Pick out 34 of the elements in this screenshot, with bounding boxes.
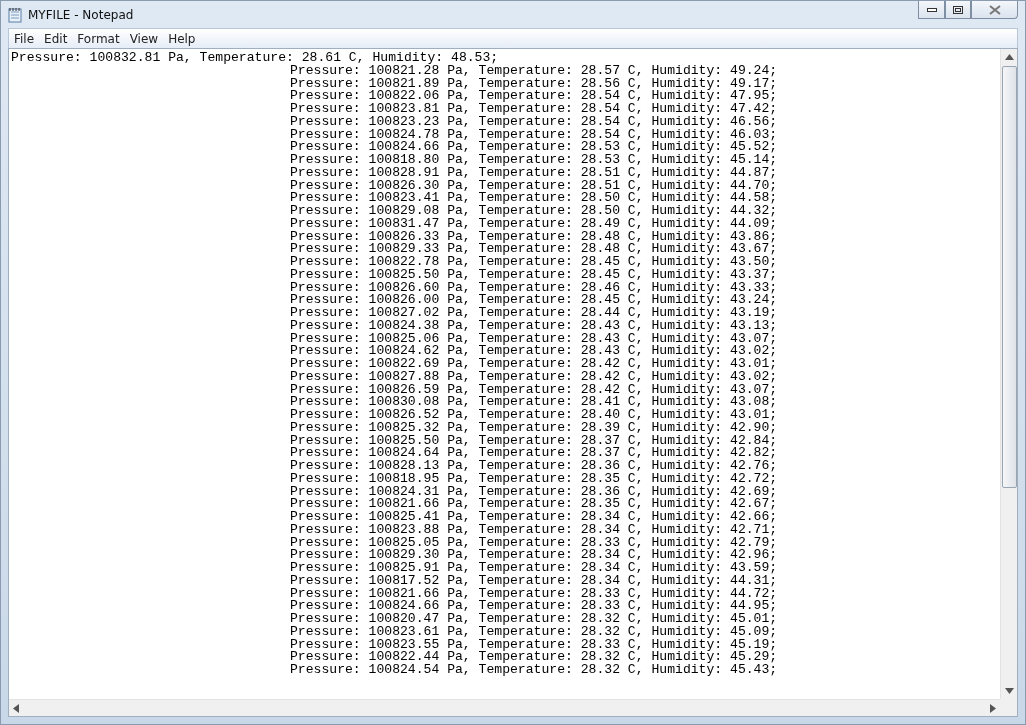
menu-item[interactable]: Help	[163, 29, 201, 48]
close-icon	[988, 4, 1001, 15]
minimize-button[interactable]	[918, 1, 945, 19]
text-line: Pressure: 100828.13 Pa, Temperature: 28.36 C, Humidity: 42.76;	[290, 458, 778, 473]
scroll-up-icon[interactable]	[1004, 54, 1014, 60]
horizontal-scrollbar[interactable]	[9, 699, 1000, 716]
scroll-right-icon[interactable]	[990, 703, 996, 713]
scroll-thumb[interactable]	[1001, 66, 1017, 488]
text-line: Pressure: 100827.02 Pa, Temperature: 28.44 C, Humidity: 43.19;	[290, 305, 778, 320]
menu-item[interactable]: Format	[72, 29, 125, 48]
minimize-icon	[926, 7, 937, 12]
text-line: Pressure: 100822.69 Pa, Temperature: 28.42 C, Humidity: 43.01;	[290, 356, 778, 371]
text-line: Pressure: 100824.54 Pa, Temperature: 28.32 C, Humidity: 45.43;	[290, 662, 778, 677]
scroll-down-icon[interactable]	[1004, 688, 1014, 694]
text-line: Pressure: 100820.47 Pa, Temperature: 28.32 C, Humidity: 45.01;	[290, 611, 778, 626]
notepad-icon	[8, 6, 22, 23]
text-line: Pressure: 100826.52 Pa, Temperature: 28.40 C, Humidity: 43.01;	[290, 407, 778, 422]
text-line: Pressure: 100825.41 Pa, Temperature: 28.34 C, Humidity: 42.66;	[290, 509, 778, 524]
text-line: Pressure: 100823.81 Pa, Temperature: 28.54 C, Humidity: 47.42;	[290, 101, 778, 116]
maximize-button[interactable]	[945, 1, 971, 19]
close-button[interactable]	[971, 1, 1018, 19]
menu-item[interactable]: Edit	[39, 29, 73, 48]
vertical-scrollbar[interactable]	[1000, 49, 1017, 699]
text-line: Pressure: 100822.78 Pa, Temperature: 28.45 C, Humidity: 43.50;	[290, 254, 778, 269]
text-line: Pressure: 100832.81 Pa, Temperature: 28.61 C, Humidity: 48.53;	[11, 50, 499, 65]
text-line: Pressure: 100829.08 Pa, Temperature: 28.50 C, Humidity: 44.32;	[290, 203, 778, 218]
scroll-left-icon[interactable]	[13, 703, 19, 713]
text-line: Pressure: 100821.28 Pa, Temperature: 28.57 C, Humidity: 49.24;	[290, 62, 778, 78]
text-line: Pressure: 100825.91 Pa, Temperature: 28.34 C, Humidity: 43.59;	[290, 560, 778, 575]
text-line: Pressure: 100818.80 Pa, Temperature: 28.53 C, Humidity: 45.14;	[290, 152, 778, 167]
menu-item[interactable]: File	[9, 29, 40, 48]
menu-item[interactable]: View	[124, 29, 164, 48]
maximize-icon	[953, 5, 963, 14]
window-title: MYFILE - Notepad	[28, 7, 134, 22]
